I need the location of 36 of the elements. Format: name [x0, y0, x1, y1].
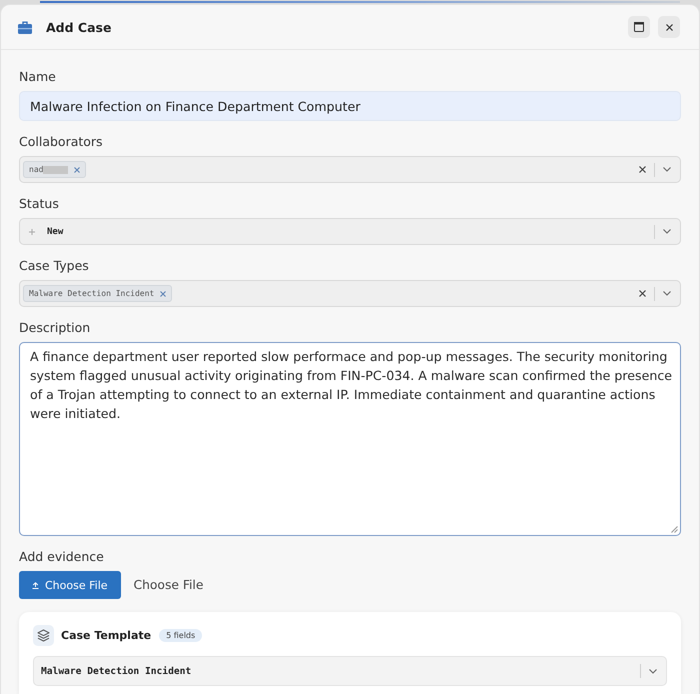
upload-icon — [32, 582, 39, 588]
status-select[interactable]: New — [19, 218, 681, 245]
layers-icon — [33, 625, 54, 646]
briefcase-icon — [18, 20, 32, 34]
chevron-down-icon[interactable] — [663, 167, 671, 172]
field-label: Add evidence — [19, 548, 104, 566]
chevron-down-icon[interactable] — [663, 291, 671, 296]
chevron-down-icon[interactable] — [663, 229, 671, 234]
file-name-text: Choose File — [134, 578, 204, 592]
remove-icon[interactable] — [160, 290, 166, 296]
template-select[interactable]: Malware Detection Incident — [33, 656, 667, 686]
field-label: Collaborators — [19, 133, 103, 151]
resize-grip-icon[interactable] — [671, 526, 678, 533]
choose-file-button[interactable]: Choose File — [19, 571, 121, 599]
field-count-badge: 5 fields — [159, 629, 202, 642]
field-label: Name — [19, 68, 56, 86]
close-button[interactable] — [658, 16, 680, 38]
description-field[interactable]: A finance department user reported slow performace and pop-up messages. The security monitoring system flagged unusual activity originating from FIN-PC-034. A malware scan confirmed the presence of a Trojan attempting to connect to an external IP. Immediate containment and quarantine actions were initiated. — [19, 342, 681, 536]
multi-select[interactable]: nad — [19, 156, 681, 183]
dialog-title: Add Case — [46, 20, 112, 34]
maximize-icon — [634, 22, 644, 32]
plus-icon — [29, 228, 35, 234]
card-title: Case Template — [61, 629, 152, 642]
text-input[interactable]: Malware Infection on Finance Department Computer — [19, 91, 681, 121]
chip-label: nad — [29, 165, 44, 174]
multi-select[interactable]: Malware Detection Incident — [19, 280, 681, 307]
field-label: Status — [19, 195, 59, 213]
field-label: Description — [19, 319, 90, 337]
chip-label: Malware Detection Incident — [29, 289, 154, 298]
remove-icon[interactable] — [74, 166, 80, 172]
close-icon — [666, 24, 672, 30]
chevron-down-icon[interactable] — [649, 668, 657, 674]
clear-icon[interactable] — [639, 166, 646, 173]
maximize-button[interactable] — [628, 16, 650, 38]
field-label: Case Types — [19, 257, 89, 275]
clear-icon[interactable] — [639, 290, 646, 297]
